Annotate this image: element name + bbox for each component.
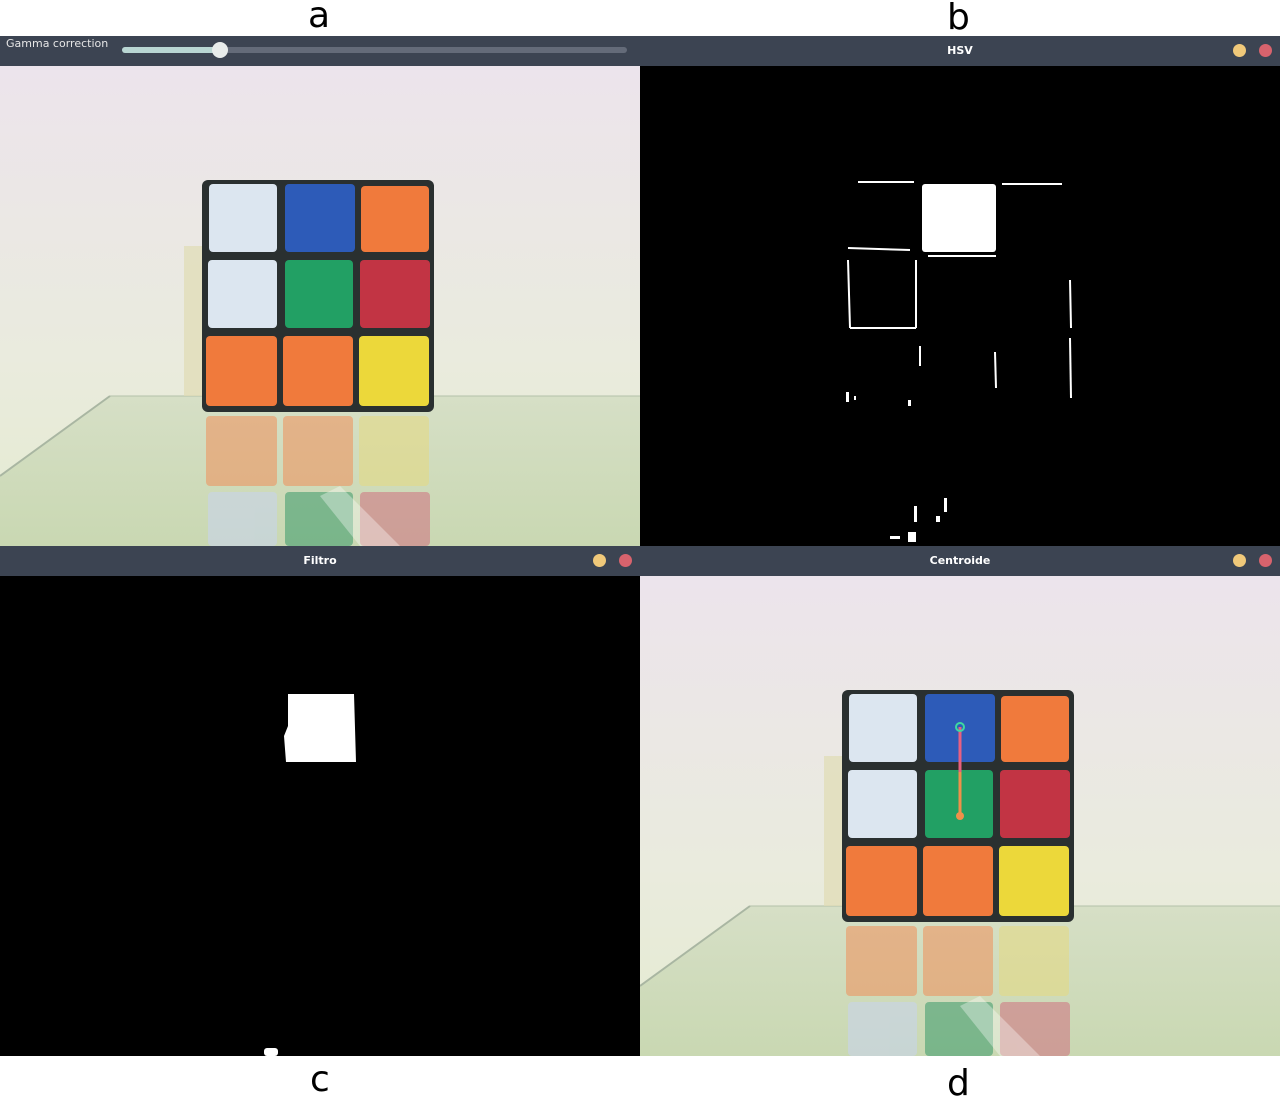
panel-label-b: b	[947, 0, 970, 38]
gamma-window-titlebar: Gamma correction	[0, 36, 640, 66]
sticker-orange	[846, 846, 917, 916]
sticker-red	[360, 260, 430, 328]
sticker-yellow	[359, 336, 429, 406]
filtro-mask-view	[0, 576, 640, 1056]
hsv-window-titlebar: HSV	[640, 36, 1280, 66]
sticker-white	[849, 694, 917, 762]
gamma-slider[interactable]	[122, 42, 627, 58]
gamma-slider-thumb[interactable]	[212, 42, 229, 58]
sticker-green	[285, 260, 353, 328]
sticker-orange	[923, 846, 993, 916]
sticker-orange	[206, 336, 277, 406]
close-icon[interactable]	[1259, 44, 1272, 57]
gamma-slider-fill	[122, 47, 221, 53]
gamma-slider-label: Gamma correction	[6, 37, 109, 50]
minimize-icon[interactable]	[1233, 554, 1246, 567]
cube-image-d	[640, 576, 1280, 1056]
close-icon[interactable]	[1259, 554, 1272, 567]
sticker-blue	[285, 184, 355, 252]
cube-image-a	[0, 66, 640, 546]
sticker-orange	[1001, 696, 1069, 762]
centroide-window-title: Centroide	[929, 554, 991, 567]
minimize-icon[interactable]	[1233, 44, 1246, 57]
centroide-camera-view	[640, 576, 1280, 1056]
minimize-icon[interactable]	[593, 554, 606, 567]
sticker-white	[208, 260, 277, 328]
gamma-camera-view	[0, 66, 640, 546]
hsv-mask-image	[640, 66, 1280, 546]
sticker-orange	[361, 186, 429, 252]
filtro-mask-image	[0, 576, 640, 1056]
sticker-yellow	[999, 846, 1069, 916]
target-marker	[956, 812, 964, 820]
centroide-window-titlebar: Centroide	[640, 546, 1280, 576]
sticker-white	[209, 184, 277, 252]
sticker-white	[848, 770, 917, 838]
hsv-window-title: HSV	[947, 44, 973, 57]
sticker-red	[1000, 770, 1070, 838]
close-icon[interactable]	[619, 554, 632, 567]
sticker-orange	[283, 336, 353, 406]
panel-label-a: a	[308, 0, 331, 36]
filtro-window-title: Filtro	[303, 554, 337, 567]
panel-label-d: d	[947, 1063, 970, 1104]
panel-label-c: c	[310, 1059, 330, 1100]
filtro-window-titlebar: Filtro	[0, 546, 640, 576]
hsv-mask-view	[640, 66, 1280, 546]
